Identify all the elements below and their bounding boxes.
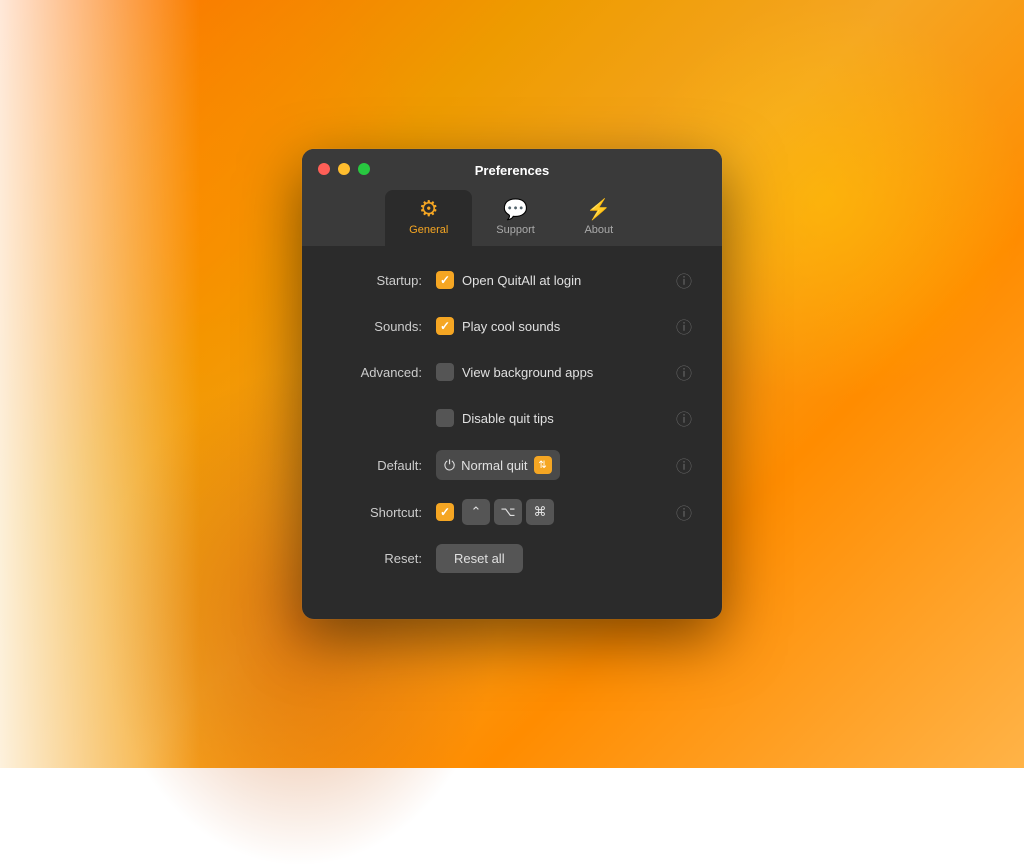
sounds-controls: Play cool sounds [436, 317, 676, 335]
minimize-button[interactable] [338, 163, 350, 175]
startup-checkbox[interactable] [436, 271, 454, 289]
tab-about[interactable]: ⚡ About [559, 192, 639, 246]
startup-controls: Open QuitAll at login [436, 271, 676, 289]
tab-general[interactable]: ⚙ General [385, 190, 472, 246]
control-key[interactable]: ⌃ [462, 499, 490, 525]
reset-all-button[interactable]: Reset all [436, 544, 523, 573]
default-row: Default: ⏻ Normal quit ⇅ ⓘ [332, 450, 692, 480]
startup-label: Startup: [332, 273, 422, 288]
startup-row: Startup: Open QuitAll at login ⓘ [332, 266, 692, 294]
gear-icon: ⚙ [419, 198, 439, 220]
sounds-row: Sounds: Play cool sounds ⓘ [332, 312, 692, 340]
reset-controls: Reset all [436, 544, 692, 573]
tab-about-label: About [584, 224, 613, 236]
window-container: Preferences ⚙ General 💬 Support ⚡ About [302, 149, 722, 619]
default-dropdown[interactable]: ⏻ Normal quit ⇅ [436, 450, 560, 480]
shortcut-controls: ⌃ ⌥ ⌘ [436, 499, 676, 525]
default-controls: ⏻ Normal quit ⇅ [436, 450, 676, 480]
maximize-button[interactable] [358, 163, 370, 175]
option-key[interactable]: ⌥ [494, 499, 522, 525]
default-label: Default: [332, 458, 422, 473]
advanced-help-icon-2[interactable]: ⓘ [676, 406, 692, 430]
reset-label: Reset: [332, 551, 422, 566]
shortcut-keys: ⌃ ⌥ ⌘ [462, 499, 554, 525]
default-help-icon[interactable]: ⓘ [676, 453, 692, 477]
tab-support[interactable]: 💬 Support [472, 192, 559, 246]
settings-content: Startup: Open QuitAll at login ⓘ Sounds:… [302, 246, 722, 619]
tab-support-label: Support [496, 224, 535, 236]
support-icon: 💬 [503, 200, 528, 220]
sounds-help-icon[interactable]: ⓘ [676, 314, 692, 338]
advanced-checkbox-1[interactable] [436, 363, 454, 381]
shortcut-row: Shortcut: ⌃ ⌥ ⌘ ⓘ [332, 498, 692, 526]
command-key[interactable]: ⌘ [526, 499, 554, 525]
tab-bar: ⚙ General 💬 Support ⚡ About [385, 190, 639, 246]
advanced-label: Advanced: [332, 365, 422, 380]
advanced-text-2: Disable quit tips [462, 411, 554, 426]
shortcut-checkbox[interactable] [436, 503, 454, 521]
default-dropdown-text: Normal quit [461, 458, 527, 473]
advanced-row1: Advanced: View background apps ⓘ [332, 358, 692, 386]
preferences-window: Preferences ⚙ General 💬 Support ⚡ About [302, 149, 722, 619]
sounds-text: Play cool sounds [462, 319, 560, 334]
close-button[interactable] [318, 163, 330, 175]
window-title: Preferences [475, 163, 549, 178]
advanced-help-icon-1[interactable]: ⓘ [676, 360, 692, 384]
titlebar: Preferences ⚙ General 💬 Support ⚡ About [302, 149, 722, 246]
advanced-controls-2: Disable quit tips [436, 409, 676, 427]
sounds-checkbox[interactable] [436, 317, 454, 335]
traffic-lights [318, 163, 370, 175]
reset-row: Reset: Reset all [332, 544, 692, 573]
shortcut-help-icon[interactable]: ⓘ [676, 500, 692, 524]
bolt-icon: ⚡ [586, 200, 611, 220]
sounds-label: Sounds: [332, 319, 422, 334]
advanced-controls-1: View background apps [436, 363, 676, 381]
advanced-text-1: View background apps [462, 365, 593, 380]
startup-help-icon[interactable]: ⓘ [676, 268, 692, 292]
power-icon: ⏻ [444, 457, 455, 474]
tab-general-label: General [409, 224, 448, 236]
advanced-row2: Disable quit tips ⓘ [332, 404, 692, 432]
advanced-checkbox-2[interactable] [436, 409, 454, 427]
shortcut-label: Shortcut: [332, 505, 422, 520]
dropdown-arrow-icon: ⇅ [534, 456, 552, 474]
startup-text: Open QuitAll at login [462, 273, 581, 288]
